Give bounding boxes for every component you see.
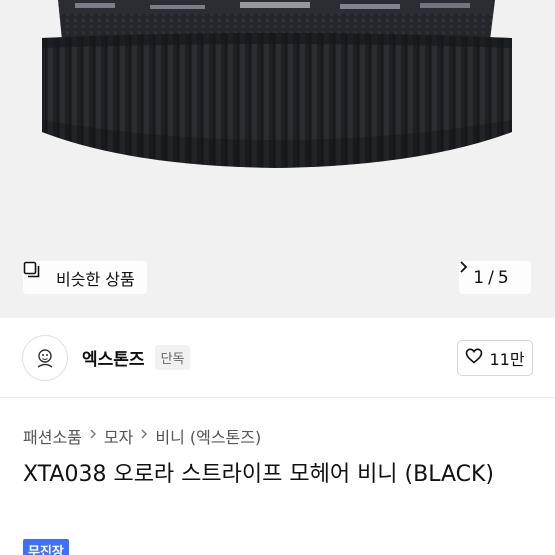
shipping-badge: 무진장 (23, 539, 69, 555)
product-title: XTA038 오로라 스트라이프 모헤어 비니 (BLACK) (23, 462, 495, 487)
image-pager[interactable]: 1 / 5 (459, 261, 531, 294)
heart-icon (465, 347, 483, 368)
chevron-right-icon (140, 428, 148, 444)
seller-row: 엑스톤즈 단독 11만 (0, 318, 555, 398)
product-image-gallery[interactable]: 비슷한 상품 1 / 5 (0, 0, 555, 318)
exclusive-badge: 단독 (154, 345, 191, 370)
chevron-right-icon (89, 428, 97, 444)
breadcrumb-item[interactable]: 모자 (104, 424, 133, 448)
similar-products-button[interactable]: 비슷한 상품 (23, 261, 147, 294)
breadcrumb-item[interactable]: 비니 (엑스톤즈) (155, 424, 261, 448)
similar-products-label: 비슷한 상품 (56, 269, 135, 289)
pager-separator: / (488, 267, 494, 288)
like-button[interactable]: 11만 (457, 339, 533, 376)
breadcrumb: 패션소품 모자 비니 (엑스톤즈) (23, 424, 261, 448)
pager-total: 5 (497, 267, 509, 288)
similar-products-icon (23, 261, 50, 286)
breadcrumb-item[interactable]: 패션소품 (23, 424, 82, 448)
brand-name[interactable]: 엑스톤즈 (82, 345, 145, 370)
like-count: 11만 (489, 349, 525, 369)
pager-current: 1 (473, 267, 485, 288)
brand-logo-icon[interactable] (22, 334, 68, 381)
